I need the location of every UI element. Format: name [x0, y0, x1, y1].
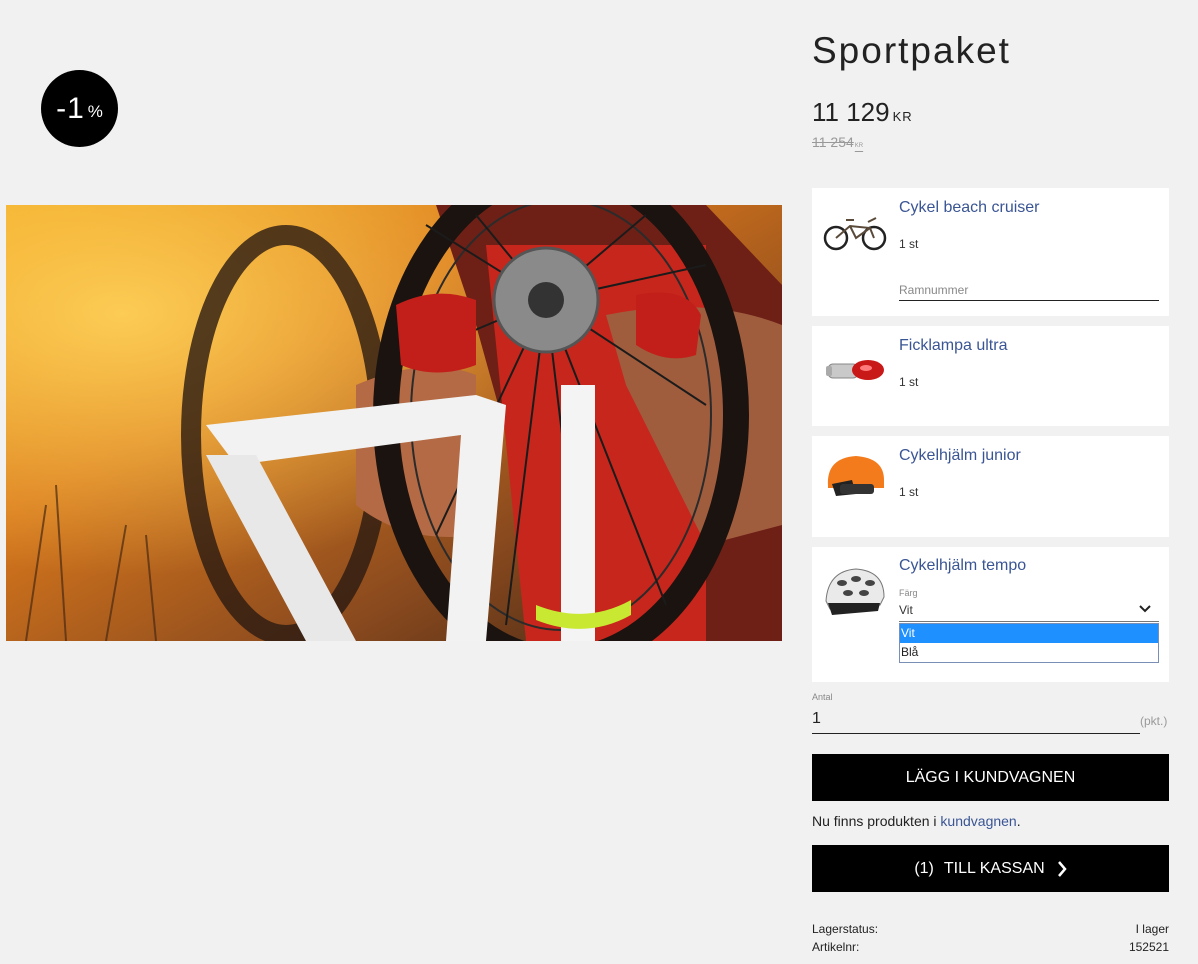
cart-link[interactable]: kundvagnen [940, 813, 1016, 829]
checkout-button[interactable]: (1) TILL KASSAN [812, 845, 1169, 892]
flashlight-thumbnail [822, 340, 888, 394]
product-title: Sportpaket [812, 30, 1011, 71]
cart-count: (1) [914, 859, 934, 877]
article-number-row: Artikelnr: 152521 [812, 940, 1169, 954]
item-name[interactable]: Cykelhjälm junior [899, 447, 1021, 465]
checkout-label: TILL KASSAN [943, 859, 1045, 877]
color-dropdown: Vit Blå [899, 623, 1159, 663]
price-currency: KR [892, 109, 913, 124]
package-item-helmet-junior: Cykelhjälm junior 1 st [812, 436, 1169, 537]
frame-number-input[interactable] [899, 280, 1159, 301]
color-selected-value: Vit [899, 603, 913, 617]
discount-value: -1 [56, 91, 85, 125]
chevron-down-icon [1139, 605, 1151, 613]
product-image [6, 205, 782, 641]
item-qty: 1 st [899, 485, 919, 499]
item-name[interactable]: Cykelhjälm tempo [899, 557, 1026, 575]
chevron-right-icon [1057, 860, 1067, 877]
stock-status-row: Lagerstatus: I lager [812, 922, 1169, 936]
orange-helmet-thumbnail [822, 450, 888, 504]
old-price-currency: KR [854, 143, 864, 149]
old-price-value: 11 254 [812, 134, 854, 150]
quantity-input[interactable] [812, 705, 1140, 734]
stock-label: Lagerstatus: [812, 922, 879, 936]
bike-thumbnail [822, 202, 888, 256]
white-helmet-thumbnail [822, 561, 888, 615]
cart-note: Nu finns produkten i kundvagnen. [812, 813, 1021, 829]
discount-percent: % [87, 101, 103, 121]
item-name[interactable]: Ficklampa ultra [899, 337, 1007, 355]
price-value: 11 129 [812, 97, 890, 127]
color-label: Färg [899, 588, 918, 598]
article-label: Artikelnr: [812, 940, 860, 954]
current-price: 11 129 KR [812, 97, 913, 128]
color-select[interactable]: Vit [899, 600, 1159, 622]
cart-note-text: Nu finns produkten i [812, 813, 937, 829]
add-to-cart-button[interactable]: LÄGG I KUNDVAGNEN [812, 754, 1169, 801]
package-item-flashlight: Ficklampa ultra 1 st [812, 326, 1169, 426]
item-qty: 1 st [899, 237, 919, 251]
package-item-bike: Cykel beach cruiser 1 st [812, 188, 1169, 316]
quantity-label: Antal [812, 692, 833, 702]
stock-value: I lager [1135, 922, 1169, 936]
old-price: 11 254KR [812, 134, 863, 150]
color-option-bla[interactable]: Blå [900, 643, 1158, 662]
discount-badge: -1 % [41, 70, 118, 147]
item-name[interactable]: Cykel beach cruiser [899, 199, 1040, 217]
quantity-unit: (pkt.) [1140, 714, 1168, 728]
color-option-vit[interactable]: Vit [900, 624, 1158, 643]
cart-note-end: . [1016, 813, 1021, 829]
item-qty: 1 st [899, 375, 919, 389]
package-item-helmet-tempo: Cykelhjälm tempo Färg Vit Vit Blå [812, 547, 1169, 682]
article-value: 152521 [1128, 940, 1169, 954]
